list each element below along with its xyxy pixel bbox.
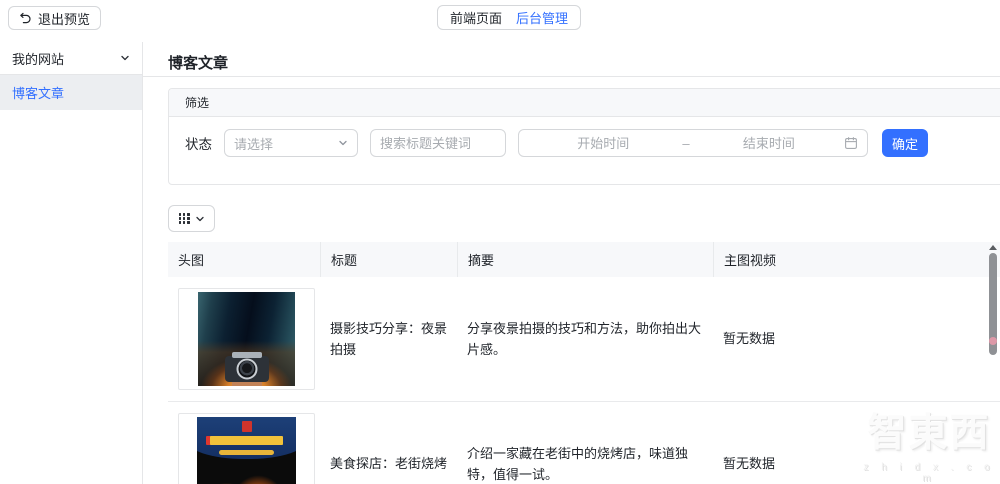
table-row: 美食探店：老街烧烤 介绍一家藏在老街中的烧烤店，味道独特，值得一试。 暂无数据 [168, 402, 1000, 484]
column-header-thumbnail: 头图 [178, 253, 205, 268]
calendar-icon [845, 137, 857, 149]
undo-icon [20, 12, 31, 24]
tab-frontend-page[interactable]: 前端页面 [450, 8, 502, 27]
chevron-down-icon [339, 140, 347, 146]
article-video-status: 暂无数据 [723, 456, 776, 472]
filter-card-title: 筛选 [169, 89, 1000, 117]
article-summary: 分享夜景拍摄的技巧和方法，助你拍出大片感。 [467, 320, 702, 357]
layout-switch-button[interactable] [168, 205, 215, 232]
article-thumbnail[interactable] [178, 413, 315, 484]
article-title: 美食探店：老街烧烤 [330, 456, 448, 472]
bbq-poster-image [197, 417, 296, 484]
status-label: 状态 [185, 137, 212, 152]
table-header-row: 头图 标题 摘要 主图视频 [168, 242, 1000, 277]
vertical-scrollbar [988, 243, 999, 484]
date-range-separator: – [682, 135, 690, 151]
sidebar-site-header[interactable]: 我的网站 [0, 42, 142, 75]
sidebar: 我的网站 博客文章 [0, 42, 143, 484]
tab-admin-manage[interactable]: 后台管理 [516, 8, 568, 27]
article-summary: 介绍一家藏在老街中的烧烤店，味道独特，值得一试。 [467, 445, 689, 482]
site-name-label: 我的网站 [12, 51, 65, 67]
main-content: 博客文章 筛选 状态 请选择 – [143, 42, 1000, 484]
column-header-title: 标题 [320, 242, 457, 277]
sidebar-item-label: 博客文章 [12, 86, 65, 101]
status-select[interactable]: 请选择 [224, 129, 358, 157]
article-video-status: 暂无数据 [723, 331, 776, 347]
article-thumbnail[interactable] [178, 288, 315, 390]
exit-preview-label: 退出预览 [38, 11, 91, 27]
title-divider [143, 76, 1000, 77]
status-select-placeholder: 请选择 [234, 136, 274, 152]
page-title: 博客文章 [168, 55, 229, 72]
articles-table: 头图 标题 摘要 主图视频 摄影技巧分享：夜景拍摄 分享夜景拍摄的技巧和方法，助… [168, 242, 1000, 484]
watermark-dot [989, 337, 997, 345]
night-city-camera-image [198, 292, 295, 386]
date-range-picker[interactable]: – [518, 129, 868, 157]
sidebar-item-blog-articles[interactable]: 博客文章 [0, 75, 142, 110]
filter-form: 状态 请选择 – [169, 117, 1000, 157]
scroll-up-arrow-icon[interactable] [989, 245, 997, 250]
start-date-input[interactable] [528, 135, 679, 151]
title-keyword-search-input[interactable] [370, 129, 506, 157]
column-header-main-video: 主图视频 [713, 242, 1000, 277]
chevron-down-icon [195, 216, 204, 221]
table-row: 摄影技巧分享：夜景拍摄 分享夜景拍摄的技巧和方法，助你拍出大片感。 暂无数据 [168, 277, 1000, 402]
filter-card: 筛选 状态 请选择 – [168, 88, 1000, 185]
column-header-summary: 摘要 [457, 242, 713, 277]
topbar: 退出预览 前端页面 后台管理 [0, 0, 1000, 42]
chevron-down-icon [121, 55, 129, 61]
exit-preview-button[interactable]: 退出预览 [8, 6, 102, 30]
confirm-button[interactable]: 确定 [882, 129, 928, 157]
page: 退出预览 前端页面 后台管理 我的网站 博客文章 博客文章 筛选 状态 请选择 … [0, 0, 1000, 484]
grid-layout-icon [178, 213, 190, 224]
article-title: 摄影技巧分享：夜景拍摄 [330, 320, 448, 357]
end-date-input[interactable] [693, 135, 845, 151]
view-switcher: 前端页面 后台管理 [437, 5, 582, 30]
